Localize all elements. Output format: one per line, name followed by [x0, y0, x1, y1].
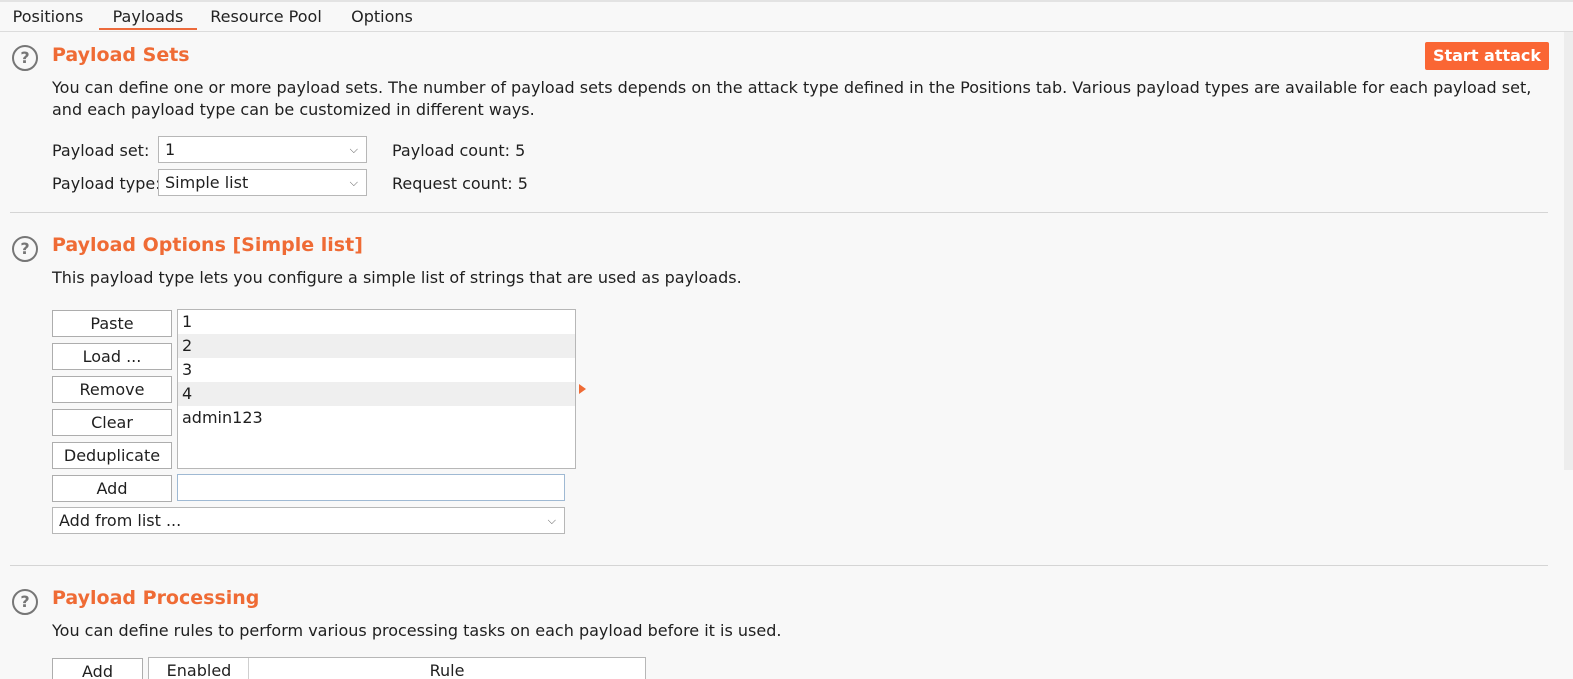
chevron-down-icon: ⌵	[349, 143, 358, 156]
load-button[interactable]: Load ...	[52, 343, 172, 370]
section-divider	[10, 212, 1548, 213]
request-count: Request count: 5	[392, 174, 528, 193]
chevron-down-icon: ⌵	[547, 514, 556, 527]
section-divider	[10, 565, 1548, 566]
list-item[interactable]: 2	[178, 334, 575, 358]
processing-rules-table-header: Enabled Rule	[148, 657, 646, 679]
payload-type-select[interactable]: Simple list ⌵	[158, 169, 367, 196]
payload-set-select[interactable]: 1 ⌵	[158, 136, 367, 163]
payload-processing-description: You can define rules to perform various …	[52, 621, 782, 640]
payload-type-value: Simple list	[165, 173, 249, 192]
tab-positions[interactable]: Positions	[6, 6, 90, 30]
tab-resource-pool[interactable]: Resource Pool	[205, 6, 327, 30]
clear-button[interactable]: Clear	[52, 409, 172, 436]
payload-processing-title: Payload Processing	[52, 587, 260, 609]
list-item[interactable]: 1	[178, 310, 575, 334]
payload-count: Payload count: 5	[392, 141, 526, 160]
tab-options[interactable]: Options	[344, 6, 420, 30]
chevron-down-icon: ⌵	[349, 176, 358, 189]
column-header-enabled[interactable]: Enabled	[149, 658, 249, 679]
payload-options-title: Payload Options [Simple list]	[52, 234, 363, 256]
list-item[interactable]: admin123	[178, 406, 575, 430]
payload-options-description: This payload type lets you configure a s…	[52, 268, 742, 287]
processing-add-button[interactable]: Add	[52, 658, 143, 679]
remove-button[interactable]: Remove	[52, 376, 172, 403]
help-icon[interactable]: ?	[12, 45, 38, 71]
help-icon[interactable]: ?	[12, 589, 38, 615]
payload-set-label: Payload set:	[52, 141, 150, 160]
add-button[interactable]: Add	[52, 475, 172, 502]
list-item[interactable]: 3	[178, 358, 575, 382]
scrollbar[interactable]	[1564, 32, 1573, 470]
start-attack-button[interactable]: Start attack	[1425, 42, 1549, 70]
tab-bar: Positions Payloads Resource Pool Options	[0, 2, 1573, 32]
add-from-list-value: Add from list ...	[59, 511, 182, 530]
add-from-list-select[interactable]: Add from list ... ⌵	[52, 507, 565, 534]
help-icon[interactable]: ?	[12, 236, 38, 262]
add-payload-input[interactable]	[177, 474, 565, 501]
tab-payloads[interactable]: Payloads	[99, 6, 197, 30]
paste-button[interactable]: Paste	[52, 310, 172, 337]
payload-type-label: Payload type:	[52, 174, 161, 193]
payload-set-value: 1	[165, 140, 176, 159]
expand-arrow-icon[interactable]	[579, 384, 586, 394]
deduplicate-button[interactable]: Deduplicate	[52, 442, 172, 469]
payload-sets-description: You can define one or more payload sets.…	[52, 78, 1532, 119]
payload-list[interactable]: 1 2 3 4 admin123	[177, 309, 576, 469]
list-item[interactable]: 4	[178, 382, 575, 406]
payload-sets-title: Payload Sets	[52, 44, 190, 66]
column-header-rule[interactable]: Rule	[249, 658, 645, 679]
